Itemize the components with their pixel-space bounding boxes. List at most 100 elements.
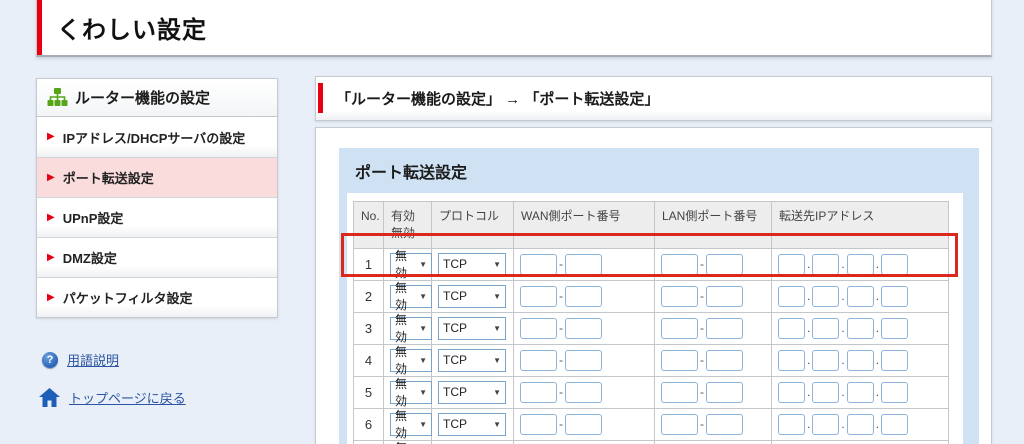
- ip-octet-1-input[interactable]: [778, 349, 805, 371]
- ip-octet-2-input[interactable]: [812, 317, 840, 339]
- sidebar-item-1[interactable]: ▶ ポート転送設定: [37, 157, 277, 197]
- enable-select[interactable]: 無効 ▼: [390, 313, 432, 344]
- sidebar: ルーター機能の設定 ▶ IPアドレス/DHCPサーバの設定 ▶ ポート転送設定 …: [36, 78, 278, 318]
- enable-select[interactable]: 無効 ▼: [390, 377, 432, 408]
- ip-octet-3-input[interactable]: [846, 285, 874, 307]
- row-number: 1: [353, 247, 384, 281]
- ip-octet-4-input[interactable]: [881, 253, 909, 275]
- sidebar-item-2[interactable]: ▶ UPnP設定: [37, 197, 277, 237]
- enable-select[interactable]: 無効 ▼: [390, 249, 432, 280]
- glossary-link-label: 用語説明: [67, 353, 120, 368]
- chevron-down-icon: ▼: [419, 259, 427, 269]
- ip-octet-3-input[interactable]: [846, 253, 874, 275]
- back-to-top-link[interactable]: トップページに戻る: [39, 388, 186, 407]
- glossary-link[interactable]: ? 用語説明: [42, 350, 119, 369]
- sidebar-item-4[interactable]: ▶ パケットフィルタ設定: [37, 277, 277, 317]
- lan-port-start-input[interactable]: [661, 349, 698, 371]
- lan-port-end-input[interactable]: [706, 413, 743, 435]
- back-to-top-label: トップページに戻る: [69, 391, 186, 406]
- ip-octet-1-input[interactable]: [778, 285, 805, 307]
- lan-port-start-input[interactable]: [661, 253, 698, 275]
- wan-port-start-input[interactable]: [520, 285, 557, 307]
- wan-port-end-input[interactable]: [565, 253, 602, 275]
- wan-port-start-input[interactable]: [520, 253, 557, 275]
- table-row: 2 無効 ▼ TCP ▼ - - ...: [353, 279, 949, 313]
- row-number: 3: [353, 311, 384, 345]
- ip-octet-3-input[interactable]: [846, 413, 874, 435]
- lan-port-end-input[interactable]: [706, 285, 743, 307]
- lan-port-end-input[interactable]: [706, 253, 743, 275]
- panel-title: ポート転送設定: [355, 165, 468, 182]
- lan-port-end-input[interactable]: [706, 317, 743, 339]
- chevron-down-icon: ▼: [493, 291, 501, 301]
- wan-port-start-input[interactable]: [520, 381, 557, 403]
- ip-octet-2-input[interactable]: [812, 413, 840, 435]
- sidebar-title: ルーター機能の設定: [75, 90, 211, 107]
- protocol-select[interactable]: TCP ▼: [438, 316, 506, 340]
- protocol-select[interactable]: TCP ▼: [438, 348, 506, 372]
- row-number: 7: [353, 439, 384, 444]
- table-container: No. 有効 無効 プロトコル WAN側ポート番号 LAN側ポート番号 転送先I…: [347, 193, 963, 444]
- ip-octet-4-input[interactable]: [881, 285, 909, 307]
- lan-port-start-input[interactable]: [661, 285, 698, 307]
- triangle-right-icon: ▶: [47, 251, 55, 263]
- ip-octet-1-input[interactable]: [778, 317, 805, 339]
- ip-octet-3-input[interactable]: [846, 381, 874, 403]
- protocol-select[interactable]: TCP ▼: [438, 380, 506, 404]
- sidebar-header: ルーター機能の設定: [36, 78, 278, 117]
- enable-select[interactable]: 無効 ▼: [390, 409, 432, 440]
- main-content: ポート転送設定 No. 有効 無効 プロトコル WAN側ポート番号 LAN側ポー…: [315, 127, 992, 444]
- triangle-right-icon: ▶: [47, 211, 55, 223]
- protocol-select[interactable]: TCP ▼: [438, 284, 506, 308]
- wan-port-end-input[interactable]: [565, 349, 602, 371]
- wan-port-start-input[interactable]: [520, 349, 557, 371]
- table-row: 6 無効 ▼ TCP ▼ - - ...: [353, 407, 949, 441]
- ip-octet-1-input[interactable]: [778, 381, 805, 403]
- header-wan-port: WAN側ポート番号: [513, 201, 655, 249]
- ip-octet-1-input[interactable]: [778, 253, 805, 275]
- table-row: 1 無効 ▼ TCP ▼ - - ...: [353, 247, 949, 281]
- lan-port-start-input[interactable]: [661, 413, 698, 435]
- ip-octet-4-input[interactable]: [881, 413, 909, 435]
- ip-octet-3-input[interactable]: [846, 317, 874, 339]
- lan-port-start-input[interactable]: [661, 317, 698, 339]
- lan-port-start-input[interactable]: [661, 381, 698, 403]
- protocol-select[interactable]: TCP ▼: [438, 412, 506, 436]
- breadcrumb-text: 「ルーター機能の設定」 → 「ポート転送設定」: [336, 91, 660, 108]
- ip-octet-1-input[interactable]: [778, 413, 805, 435]
- lan-port-end-input[interactable]: [706, 349, 743, 371]
- lan-port-end-input[interactable]: [706, 381, 743, 403]
- enable-select[interactable]: 無効 ▼: [390, 281, 432, 312]
- header-forward-ip: 転送先IPアドレス: [771, 201, 949, 249]
- port-forwarding-panel: ポート転送設定 No. 有効 無効 プロトコル WAN側ポート番号 LAN側ポー…: [339, 148, 979, 444]
- wan-port-start-input[interactable]: [520, 413, 557, 435]
- sidebar-item-3[interactable]: ▶ DMZ設定: [37, 237, 277, 277]
- header-enable: 有効 無効: [383, 201, 432, 249]
- table-header-row: No. 有効 無効 プロトコル WAN側ポート番号 LAN側ポート番号 転送先I…: [353, 201, 949, 249]
- enable-select[interactable]: 無効 ▼: [390, 345, 432, 376]
- ip-octet-3-input[interactable]: [846, 349, 874, 371]
- wan-port-end-input[interactable]: [565, 317, 602, 339]
- sidebar-menu: ▶ IPアドレス/DHCPサーバの設定 ▶ ポート転送設定 ▶ UPnP設定 ▶…: [36, 117, 278, 318]
- ip-octet-2-input[interactable]: [812, 253, 840, 275]
- port-forwarding-table: No. 有効 無効 プロトコル WAN側ポート番号 LAN側ポート番号 転送先I…: [353, 201, 949, 444]
- wan-port-start-input[interactable]: [520, 317, 557, 339]
- header-no: No.: [353, 201, 384, 249]
- protocol-select[interactable]: TCP ▼: [438, 252, 506, 276]
- wan-port-end-input[interactable]: [565, 285, 602, 307]
- wan-port-end-input[interactable]: [565, 413, 602, 435]
- sidebar-item-0[interactable]: ▶ IPアドレス/DHCPサーバの設定: [37, 117, 277, 157]
- ip-octet-4-input[interactable]: [881, 381, 909, 403]
- ip-octet-2-input[interactable]: [812, 349, 840, 371]
- wan-port-end-input[interactable]: [565, 381, 602, 403]
- chevron-down-icon: ▼: [419, 323, 427, 333]
- page-title: くわしい設定: [57, 16, 207, 44]
- ip-octet-4-input[interactable]: [881, 317, 909, 339]
- ip-octet-2-input[interactable]: [812, 381, 840, 403]
- row-number: 5: [353, 375, 384, 409]
- chevron-down-icon: ▼: [493, 323, 501, 333]
- ip-octet-2-input[interactable]: [812, 285, 840, 307]
- triangle-right-icon: ▶: [47, 131, 55, 142]
- ip-octet-4-input[interactable]: [881, 349, 909, 371]
- chevron-down-icon: ▼: [419, 291, 427, 301]
